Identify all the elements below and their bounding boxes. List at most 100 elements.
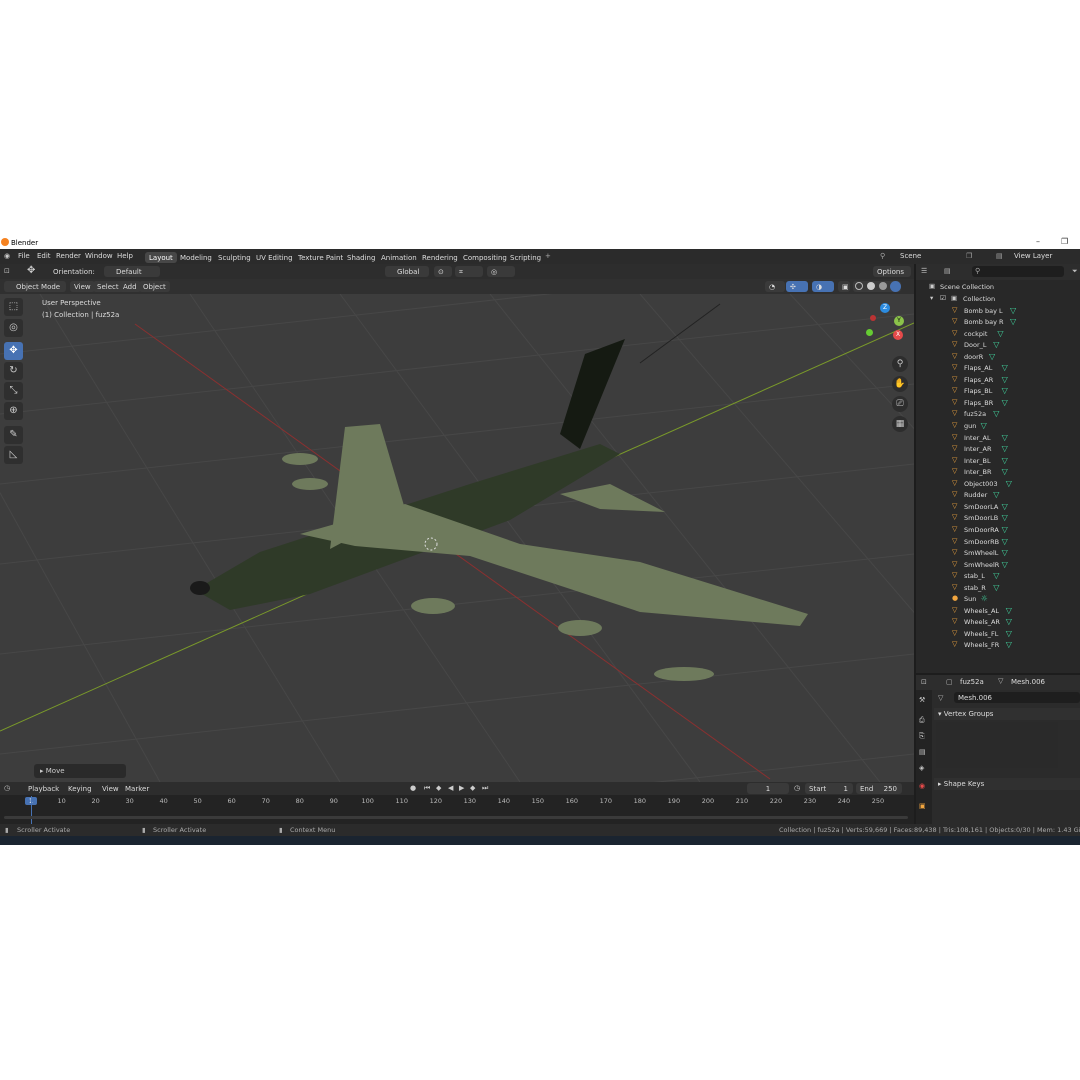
mesh-data-icon[interactable]: ▽ bbox=[1002, 525, 1008, 534]
mesh-data-icon[interactable]: ▽ bbox=[993, 490, 999, 499]
outliner-item[interactable]: ▽ Bomb bay R ▽ bbox=[916, 317, 1080, 329]
mesh-data-icon[interactable]: ▽ bbox=[1010, 317, 1016, 326]
mesh-data-icon[interactable]: ▽ bbox=[1006, 606, 1012, 615]
outliner-editor-type-icon[interactable]: ☰ bbox=[921, 267, 927, 275]
outliner-item[interactable]: ▽ Inter_BL ▽ bbox=[916, 456, 1080, 468]
navigation-gizmo[interactable]: Z Y X bbox=[862, 302, 908, 352]
outliner-item[interactable]: ▽ SmWheelL ▽ bbox=[916, 548, 1080, 560]
mesh-data-icon[interactable]: ▽ bbox=[1002, 363, 1008, 372]
tab-animation[interactable]: Animation bbox=[377, 252, 421, 263]
mesh-data-icon[interactable]: ▽ bbox=[993, 409, 999, 418]
options-dropdown[interactable]: Options bbox=[873, 266, 911, 277]
visibility-icon[interactable]: ◔ bbox=[765, 281, 785, 292]
outliner-item[interactable]: ▽ Inter_AR ▽ bbox=[916, 444, 1080, 456]
shape-keys-panel-header[interactable]: ▸ Shape Keys bbox=[934, 778, 1080, 790]
mesh-data-icon[interactable]: ▽ bbox=[1002, 502, 1008, 511]
viewport-menu-view[interactable]: View bbox=[70, 281, 95, 292]
transform-tool[interactable]: ⊕ bbox=[4, 402, 23, 420]
view-layer-icon[interactable]: ▤ bbox=[996, 252, 1003, 260]
snap-icon[interactable]: ⌗ bbox=[455, 266, 483, 277]
menu-file[interactable]: File bbox=[18, 252, 30, 260]
gizmo-x-axis[interactable]: X bbox=[893, 330, 903, 340]
gizmo-z-axis[interactable]: Z bbox=[880, 303, 890, 313]
scene-name[interactable]: Scene bbox=[900, 252, 921, 260]
mesh-data-icon[interactable]: ▽ bbox=[1002, 398, 1008, 407]
outliner-item[interactable]: ▽ Wheels_FR ▽ bbox=[916, 640, 1080, 652]
last-operator-panel[interactable]: ▸ Move bbox=[34, 764, 126, 778]
move-tool[interactable]: ✥ bbox=[4, 342, 23, 360]
editor-type-icon[interactable]: ⊡ bbox=[4, 267, 10, 275]
rotate-tool[interactable]: ↻ bbox=[4, 362, 23, 380]
timeline-menu-marker[interactable]: Marker bbox=[125, 785, 149, 793]
gizmo-y-axis[interactable]: Y bbox=[894, 316, 904, 326]
outliner-item[interactable]: ▽ stab_R ▽ bbox=[916, 583, 1080, 595]
tab-texture-paint[interactable]: Texture Paint bbox=[294, 252, 347, 263]
viewport-menu-add[interactable]: Add bbox=[119, 281, 141, 292]
vertex-groups-panel-header[interactable]: ▾ Vertex Groups bbox=[934, 708, 1080, 720]
select-box-tool[interactable]: ⬚ bbox=[4, 298, 23, 316]
mesh-data-icon[interactable]: ▽ bbox=[993, 571, 999, 580]
outliner-item[interactable]: ▽ Flaps_BR ▽ bbox=[916, 398, 1080, 410]
outliner-item[interactable]: ▽ SmWheelR ▽ bbox=[916, 560, 1080, 572]
mesh-name-field[interactable]: Mesh.006 bbox=[954, 692, 1080, 703]
outliner-item[interactable]: ▽ Bomb bay L ▽ bbox=[916, 306, 1080, 318]
mesh-data-icon[interactable]: ▽ bbox=[989, 352, 995, 361]
rendered-shading-icon[interactable] bbox=[890, 281, 901, 292]
mesh-data-icon[interactable]: ▽ bbox=[1006, 617, 1012, 626]
mesh-data-icon[interactable]: ▽ bbox=[1010, 306, 1016, 315]
collection-row[interactable]: ▾ ☑ ▣ Collection bbox=[916, 294, 1080, 306]
outliner-item[interactable]: ▽ doorR ▽ bbox=[916, 352, 1080, 364]
vertex-groups-list[interactable] bbox=[936, 722, 1058, 768]
mesh-data-icon[interactable]: ▽ bbox=[1006, 479, 1012, 488]
tab-rendering[interactable]: Rendering bbox=[418, 252, 462, 263]
jump-end-icon[interactable]: ⏭ bbox=[482, 784, 488, 793]
menu-window[interactable]: Window bbox=[85, 252, 113, 260]
mesh-data-icon[interactable]: ▽ bbox=[993, 583, 999, 592]
wireframe-shading-icon[interactable] bbox=[855, 282, 863, 290]
blender-menu-icon[interactable]: ◉ bbox=[4, 252, 10, 260]
scene-collection-row[interactable]: ▣ Scene Collection bbox=[916, 282, 1080, 294]
outliner-item[interactable]: ▽ Object003 ▽ bbox=[916, 479, 1080, 491]
display-mode-icon[interactable]: ▤ bbox=[944, 267, 951, 275]
outliner-item[interactable]: ▽ fuz52a ▽ bbox=[916, 409, 1080, 421]
scale-tool[interactable]: ⤡ bbox=[4, 382, 23, 400]
timeline-editor-type-icon[interactable]: ◷ bbox=[4, 784, 10, 792]
outliner-item[interactable]: ▽ Flaps_AL ▽ bbox=[916, 363, 1080, 375]
filter-icon[interactable]: ⏷ bbox=[1072, 267, 1078, 276]
mesh-data-icon[interactable]: ▽ bbox=[981, 421, 987, 430]
outliner-item[interactable]: ▽ cockpit ▽ bbox=[916, 329, 1080, 341]
mesh-data-icon[interactable]: ▽ bbox=[1002, 386, 1008, 395]
mesh-data-icon[interactable]: ▽ bbox=[1002, 560, 1008, 569]
mode-dropdown[interactable]: Object Mode bbox=[4, 281, 66, 292]
outliner-item[interactable]: ▽ Inter_AL ▽ bbox=[916, 433, 1080, 445]
pan-hand-icon[interactable]: ✋ bbox=[892, 376, 908, 392]
solid-shading-icon[interactable] bbox=[867, 282, 875, 290]
timeline-menu-playback[interactable]: Playback bbox=[28, 785, 59, 793]
view-layer-name[interactable]: View Layer bbox=[1014, 252, 1052, 260]
mesh-browse-icon[interactable]: ▽ bbox=[938, 694, 943, 702]
mesh-data-icon[interactable]: ▽ bbox=[1002, 513, 1008, 522]
jump-start-icon[interactable]: ⏮ bbox=[424, 784, 430, 793]
viewport-menu-object[interactable]: Object bbox=[139, 281, 170, 292]
record-icon[interactable]: ● bbox=[410, 784, 416, 792]
clock-icon[interactable]: ◷ bbox=[794, 784, 800, 792]
light-data-icon[interactable]: ☼ bbox=[981, 594, 988, 603]
outliner-item[interactable]: ▽ Wheels_AR ▽ bbox=[916, 617, 1080, 629]
current-frame-field[interactable]: 1 bbox=[747, 783, 789, 794]
tab-scripting[interactable]: Scripting bbox=[506, 252, 545, 263]
scene-copy-icon[interactable]: ❐ bbox=[966, 252, 972, 260]
tab-layout[interactable]: Layout bbox=[145, 252, 177, 263]
outliner-item[interactable]: ▽ SmDoorRA ▽ bbox=[916, 525, 1080, 537]
tool-tab-icon[interactable]: ⚒ bbox=[919, 696, 925, 704]
outliner-item[interactable]: ▽ Inter_BR ▽ bbox=[916, 467, 1080, 479]
properties-editor-type-icon[interactable]: ⊡ bbox=[921, 678, 927, 686]
outliner-item[interactable]: ▽ gun ▽ bbox=[916, 421, 1080, 433]
object-tab-icon[interactable]: ▣ bbox=[919, 802, 926, 810]
timeline-ruler[interactable]: 1102030405060708090100110120130140150160… bbox=[0, 796, 914, 808]
mesh-data-icon[interactable]: ▽ bbox=[1006, 640, 1012, 649]
shading-mode-buttons[interactable] bbox=[853, 281, 901, 292]
tab-sculpting[interactable]: Sculpting bbox=[214, 252, 255, 263]
proportional-edit-icon[interactable]: ◎ bbox=[487, 266, 515, 277]
mesh-data-icon[interactable]: ▽ bbox=[1002, 548, 1008, 557]
transform-orientation-dropdown[interactable]: Global bbox=[385, 266, 429, 277]
